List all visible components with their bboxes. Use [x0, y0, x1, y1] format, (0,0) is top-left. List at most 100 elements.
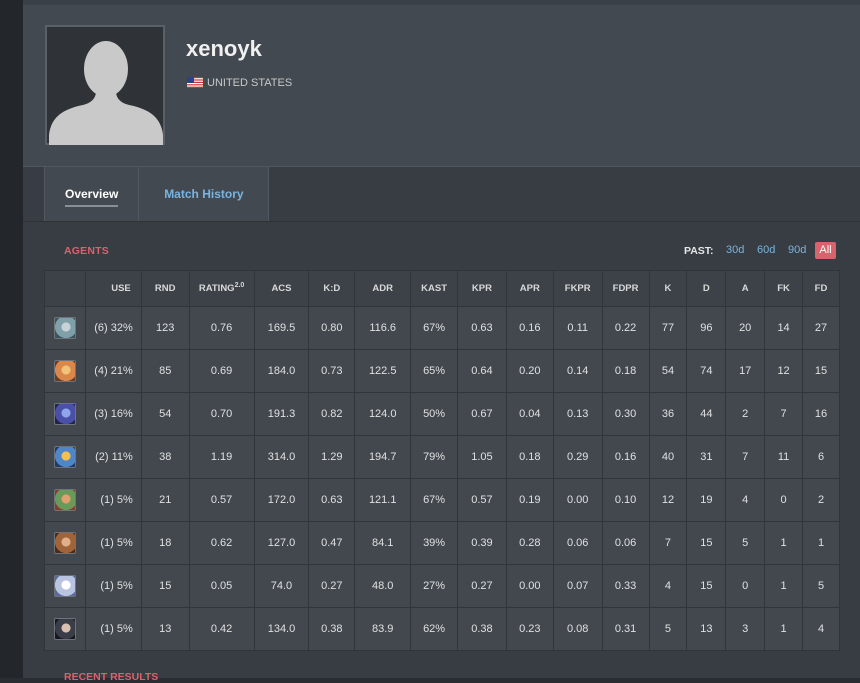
table-cell: 1.05 — [457, 435, 507, 479]
table-cell: 122.5 — [354, 349, 412, 393]
agent-cell — [44, 607, 86, 651]
agent-portrait-icon — [53, 317, 76, 339]
table-cell: 0.00 — [505, 564, 554, 608]
col-header-apr[interactable]: APR — [505, 270, 554, 307]
table-cell: 19 — [686, 478, 727, 522]
table-cell: 1.19 — [188, 435, 255, 479]
table-cell: 27% — [410, 564, 459, 608]
col-header-k[interactable]: K — [648, 270, 688, 307]
table-cell: 0.63 — [457, 306, 507, 350]
past-30d-link[interactable]: 30d — [726, 244, 744, 256]
past-90d-link[interactable]: 90d — [788, 244, 806, 256]
table-cell: 116.6 — [354, 306, 412, 350]
col-header-rnd[interactable]: RND — [140, 270, 190, 307]
col-header-fk[interactable]: FK — [764, 270, 803, 307]
agent-portrait-icon — [53, 575, 76, 597]
table-row: (6) 32% 123 0.76 169.5 0.80 116.6 67% 0.63 0.16 0… — [44, 306, 840, 350]
col-header-use[interactable]: USE — [84, 270, 142, 307]
table-cell: 12 — [764, 349, 803, 393]
table-cell: 13 — [140, 607, 190, 651]
table-cell: 0.16 — [601, 435, 650, 479]
table-cell: (2) 11% — [84, 435, 142, 479]
table-cell: 14 — [764, 306, 803, 350]
agents-section-title: AGENTS — [64, 245, 109, 257]
table-cell: 0.38 — [308, 607, 356, 651]
col-header-d[interactable]: D — [686, 270, 727, 307]
table-cell: 2 — [802, 478, 840, 522]
table-cell: 2 — [725, 392, 766, 436]
table-cell: 17 — [725, 349, 766, 393]
tab-match-history[interactable]: Match History — [139, 167, 270, 221]
table-cell: 0.62 — [188, 521, 255, 565]
table-cell: 39% — [410, 521, 459, 565]
rating-header-label: RATING — [198, 283, 235, 295]
table-cell: 0.13 — [552, 392, 603, 436]
table-row: (1) 5% 21 0.57 172.0 0.63 121.1 67% 0.57 0.19 0.0… — [44, 478, 840, 522]
recent-results-title: RECENT RESULTS — [64, 671, 159, 683]
table-cell: 0.11 — [552, 306, 603, 350]
table-cell: 0.18 — [505, 435, 554, 479]
table-cell: 15 — [140, 564, 190, 608]
agent-cell — [44, 306, 86, 350]
table-cell: 67% — [410, 306, 459, 350]
past-all-button[interactable]: All — [815, 242, 836, 259]
table-cell: 48.0 — [354, 564, 412, 608]
tab-overview[interactable]: Overview — [45, 167, 140, 221]
table-cell: 1.29 — [308, 435, 356, 479]
col-header-kast[interactable]: KAST — [410, 270, 459, 307]
agent-cell — [44, 435, 86, 479]
table-cell: 50% — [410, 392, 459, 436]
rating-version: 2.0 — [234, 282, 245, 290]
table-cell: 1 — [764, 521, 803, 565]
table-cell: 0.47 — [308, 521, 356, 565]
table-cell: 0.04 — [505, 392, 554, 436]
table-cell: 0.06 — [552, 521, 603, 565]
table-cell: 0.19 — [505, 478, 554, 522]
table-cell: 0.30 — [601, 392, 650, 436]
player-country: UNITED STATES — [207, 77, 293, 89]
table-cell: 124.0 — [354, 392, 412, 436]
table-cell: 16 — [802, 392, 840, 436]
table-cell: 12 — [648, 478, 688, 522]
table-cell: (6) 32% — [84, 306, 142, 350]
agents-table-body: (6) 32% 123 0.76 169.5 0.80 116.6 67% 0.63 0.16 0… — [44, 306, 840, 651]
table-cell: 54 — [648, 349, 688, 393]
table-cell: (1) 5% — [84, 521, 142, 565]
table-cell: 38 — [140, 435, 190, 479]
table-cell: 11 — [764, 435, 803, 479]
table-cell: 77 — [648, 306, 688, 350]
table-cell: 169.5 — [253, 306, 310, 350]
table-cell: 4 — [648, 564, 688, 608]
past-60d-link[interactable]: 60d — [757, 244, 775, 256]
agent-portrait-icon — [53, 489, 76, 511]
col-header-kpr[interactable]: KPR — [457, 270, 507, 307]
player-name: xenoyk — [186, 36, 262, 61]
table-row: (1) 5% 15 0.05 74.0 0.27 48.0 27% 0.27 0.00 0.07 0… — [44, 564, 840, 608]
col-header-kd[interactable]: K:D — [308, 270, 356, 307]
table-cell: 21 — [140, 478, 190, 522]
table-cell: 0.10 — [601, 478, 650, 522]
col-header-adr[interactable]: ADR — [354, 270, 412, 307]
col-header-acs[interactable]: ACS — [253, 270, 310, 307]
col-header-a[interactable]: A — [725, 270, 766, 307]
table-row: (3) 16% 54 0.70 191.3 0.82 124.0 50% 0.67 0.04 0.… — [44, 392, 840, 436]
col-header-fd[interactable]: FD — [802, 270, 840, 307]
avatar — [45, 25, 165, 145]
col-header-rating[interactable]: RATING2.0 — [188, 270, 255, 307]
table-cell: 0.57 — [188, 478, 255, 522]
table-cell: 0.38 — [457, 607, 507, 651]
table-cell: 36 — [648, 392, 688, 436]
table-cell: 194.7 — [354, 435, 412, 479]
table-cell: 5 — [648, 607, 688, 651]
col-header-fkpr[interactable]: FKPR — [552, 270, 603, 307]
table-cell: 0.63 — [308, 478, 356, 522]
table-cell: 44 — [686, 392, 727, 436]
agent-cell — [44, 392, 86, 436]
table-cell: 0 — [764, 478, 803, 522]
main-panel: xenoyk UNITED STATES Overview Match Hist… — [23, 0, 860, 683]
table-row: (1) 5% 18 0.62 127.0 0.47 84.1 39% 0.39 0.28 0.06… — [44, 521, 840, 565]
table-cell: 15 — [686, 521, 727, 565]
table-cell: 0.18 — [601, 349, 650, 393]
table-cell: 0.73 — [308, 349, 356, 393]
col-header-fdpr[interactable]: FDPR — [601, 270, 650, 307]
